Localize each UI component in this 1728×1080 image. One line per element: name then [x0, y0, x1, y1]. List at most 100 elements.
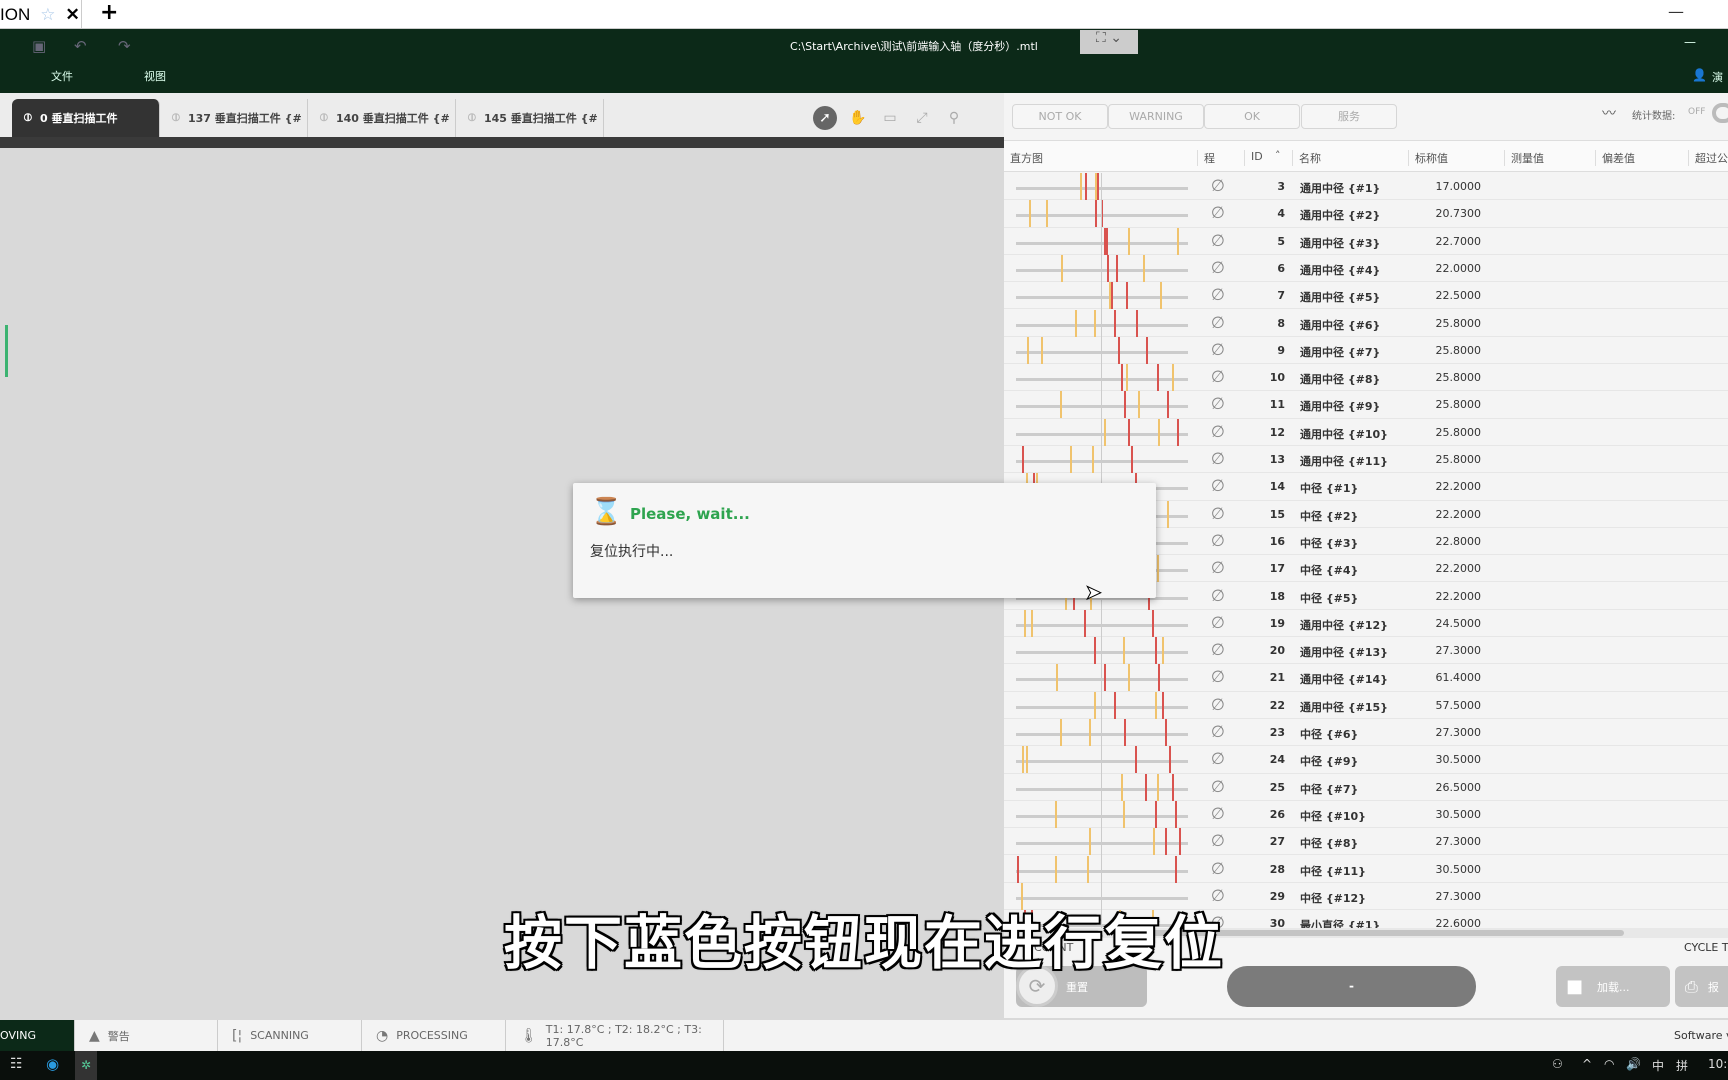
histogram-mark — [1046, 200, 1048, 228]
table-row[interactable]: ∅ 9 通用中径 {#7} 25.8000 — [1004, 336, 1728, 365]
histogram-mark — [1152, 609, 1154, 637]
table-row[interactable]: ∅ 25 中径 {#7} 26.5000 — [1004, 773, 1728, 801]
volume-icon[interactable]: 🔊 — [1626, 1057, 1641, 1071]
app-taskbar-icon[interactable]: ✲ — [75, 1051, 97, 1080]
new-tab-button[interactable]: + — [100, 0, 118, 25]
task-view-icon[interactable]: ☷ — [10, 1056, 23, 1072]
table-row[interactable]: ∅ 4 通用中径 {#2} 20.7300 — [1004, 200, 1728, 228]
sort-asc-icon[interactable]: ˄ — [1275, 149, 1281, 162]
histogram-mark — [1041, 336, 1043, 364]
row-id: 3 — [1277, 180, 1285, 193]
table-row[interactable]: ∅ 7 通用中径 {#5} 22.5000 — [1004, 282, 1728, 310]
edge-browser-icon[interactable]: ◉ — [46, 1055, 59, 1073]
table-row[interactable]: ∅ 21 通用中径 {#14} 61.4000 — [1004, 664, 1728, 692]
browser-tab[interactable]: ION ☆ ✕ — [0, 0, 82, 29]
people-icon[interactable]: ⚇ — [1552, 1057, 1563, 1071]
table-row[interactable]: ∅ 28 中径 {#11} 30.5000 — [1004, 855, 1728, 883]
process-icon: ∅ — [1211, 585, 1225, 605]
pan-hand-icon[interactable]: ✋ — [846, 106, 870, 130]
table-row[interactable]: ∅ 24 中径 {#9} 30.5000 — [1004, 746, 1728, 774]
row-name: 中径 {#4} — [1300, 564, 1359, 578]
table-row[interactable]: ∅ 19 通用中径 {#12} 24.5000 — [1004, 609, 1728, 638]
app-minimize-icon[interactable]: — — [1684, 35, 1696, 49]
histogram-track — [1016, 378, 1188, 382]
tray-expand-icon[interactable]: ^ — [1582, 1057, 1592, 1071]
col-histogram[interactable]: 直方图 — [1010, 150, 1043, 166]
col-name[interactable]: 名称 — [1292, 150, 1321, 166]
row-id: 17 — [1269, 562, 1285, 576]
ruler-icon[interactable]: ▭ — [878, 106, 902, 130]
please-wait-dialog: ⌛ Please, wait... 复位执行中... — [573, 483, 1156, 598]
undo-icon[interactable]: ↶ — [74, 37, 87, 55]
histogram-track — [1016, 241, 1188, 245]
minimize-icon[interactable]: — — [1668, 2, 1684, 21]
save-icon[interactable]: ▣ — [32, 37, 46, 55]
histogram-mark — [1061, 254, 1063, 282]
row-name: 通用中径 {#7} — [1300, 345, 1381, 359]
ime-pinyin[interactable]: 拼 — [1676, 1057, 1688, 1074]
process-icon: ∅ — [1211, 694, 1225, 714]
table-row[interactable]: ∅ 23 中径 {#6} 27.3000 — [1004, 719, 1728, 747]
histogram-mark — [1085, 173, 1087, 200]
table-row[interactable]: ∅ 12 通用中径 {#10} 25.8000 — [1004, 418, 1728, 446]
table-row[interactable]: ∅ 11 通用中径 {#9} 25.8000 — [1004, 391, 1728, 419]
col-process[interactable]: 程 — [1197, 150, 1215, 166]
row-id: 6 — [1277, 261, 1285, 275]
histogram-track — [1016, 733, 1188, 736]
table-row[interactable]: ∅ 22 通用中径 {#15} 57.5000 — [1004, 691, 1728, 719]
zoom-icon[interactable]: ⚲ — [942, 106, 966, 130]
filter-warning-button[interactable]: WARNING — [1108, 104, 1204, 129]
fit-view-icon[interactable]: ⤢ — [910, 106, 934, 130]
histogram-track — [1016, 296, 1188, 300]
stats-toggle[interactable] — [1712, 103, 1728, 123]
col-exceed[interactable]: 超过公 — [1688, 150, 1728, 166]
col-deviation[interactable]: 偏差值 — [1595, 150, 1635, 166]
process-icon: ∅ — [1211, 367, 1225, 387]
tab-scan-145[interactable]: ⦶ 145 垂直扫描工件 {# — [456, 99, 604, 137]
col-id[interactable]: ID — [1244, 150, 1263, 166]
filter-not-ok-button[interactable]: NOT OK — [1012, 104, 1108, 129]
close-icon[interactable]: ✕ — [65, 5, 79, 25]
table-row[interactable]: ∅ 5 通用中径 {#3} 22.7000 — [1004, 227, 1728, 255]
tab-scan-140[interactable]: ⦶ 140 垂直扫描工件 {# — [308, 99, 456, 137]
pointer-tool-icon[interactable]: ➚ — [813, 106, 837, 130]
wifi-icon[interactable]: ◠ — [1604, 1057, 1614, 1071]
table-row[interactable]: ∅ 13 通用中径 {#11} 25.8000 — [1004, 446, 1728, 474]
histogram-mark — [1107, 254, 1109, 282]
table-row[interactable]: ∅ 20 通用中径 {#13} 27.3000 — [1004, 637, 1728, 665]
filter-service-button[interactable]: 服务 — [1301, 104, 1397, 129]
tab-scan-0[interactable]: ⦶ 0 垂直扫描工件 — [12, 99, 160, 137]
table-row[interactable]: ∅ 27 中径 {#8} 27.3000 — [1004, 828, 1728, 856]
process-icon: ∅ — [1211, 640, 1225, 660]
process-icon: ∅ — [1211, 394, 1225, 414]
histogram-mark — [1094, 637, 1096, 665]
col-measured[interactable]: 测量值 — [1504, 150, 1544, 166]
clock[interactable]: 10: — [1708, 1057, 1727, 1071]
col-nominal[interactable]: 标称值 — [1408, 150, 1448, 166]
process-icon: ∅ — [1211, 612, 1225, 632]
table-row[interactable]: ∅ 26 中径 {#10} 30.5000 — [1004, 800, 1728, 829]
histogram-mark — [1029, 200, 1031, 228]
window-snap-control[interactable]: ⛶ ⌄ — [1080, 30, 1138, 54]
tab-scan-137[interactable]: ⦶ 137 垂直扫描工件 {# — [160, 99, 308, 137]
process-icon: ∅ — [1211, 858, 1225, 878]
filter-ok-button[interactable]: OK — [1204, 104, 1300, 129]
table-row[interactable]: ∅ 6 通用中径 {#4} 22.0000 — [1004, 254, 1728, 283]
table-row[interactable]: ∅ 8 通用中径 {#6} 25.8000 — [1004, 309, 1728, 337]
table-row[interactable]: ∅ 10 通用中径 {#8} 25.8000 — [1004, 364, 1728, 392]
menu-file[interactable]: 文件 — [51, 68, 73, 84]
user-icon[interactable]: 👤 — [1692, 68, 1707, 82]
histogram-track — [1016, 268, 1188, 272]
histogram-mark — [1060, 719, 1062, 746]
row-nominal: 25.8000 — [1435, 316, 1482, 330]
histogram-mark — [1126, 282, 1128, 310]
row-name: 通用中径 {#10} — [1300, 427, 1389, 441]
menu-view[interactable]: 视图 — [144, 68, 166, 84]
process-icon: ∅ — [1211, 176, 1225, 195]
table-row[interactable]: ∅ 3 通用中径 {#1} 17.0000 — [1004, 173, 1728, 201]
star-icon[interactable]: ☆ — [40, 5, 55, 25]
row-id: 11 — [1269, 398, 1285, 412]
ime-mode[interactable]: 中 — [1652, 1057, 1664, 1074]
dialog-message: 复位执行中... — [590, 544, 674, 560]
redo-icon[interactable]: ↷ — [118, 37, 131, 55]
